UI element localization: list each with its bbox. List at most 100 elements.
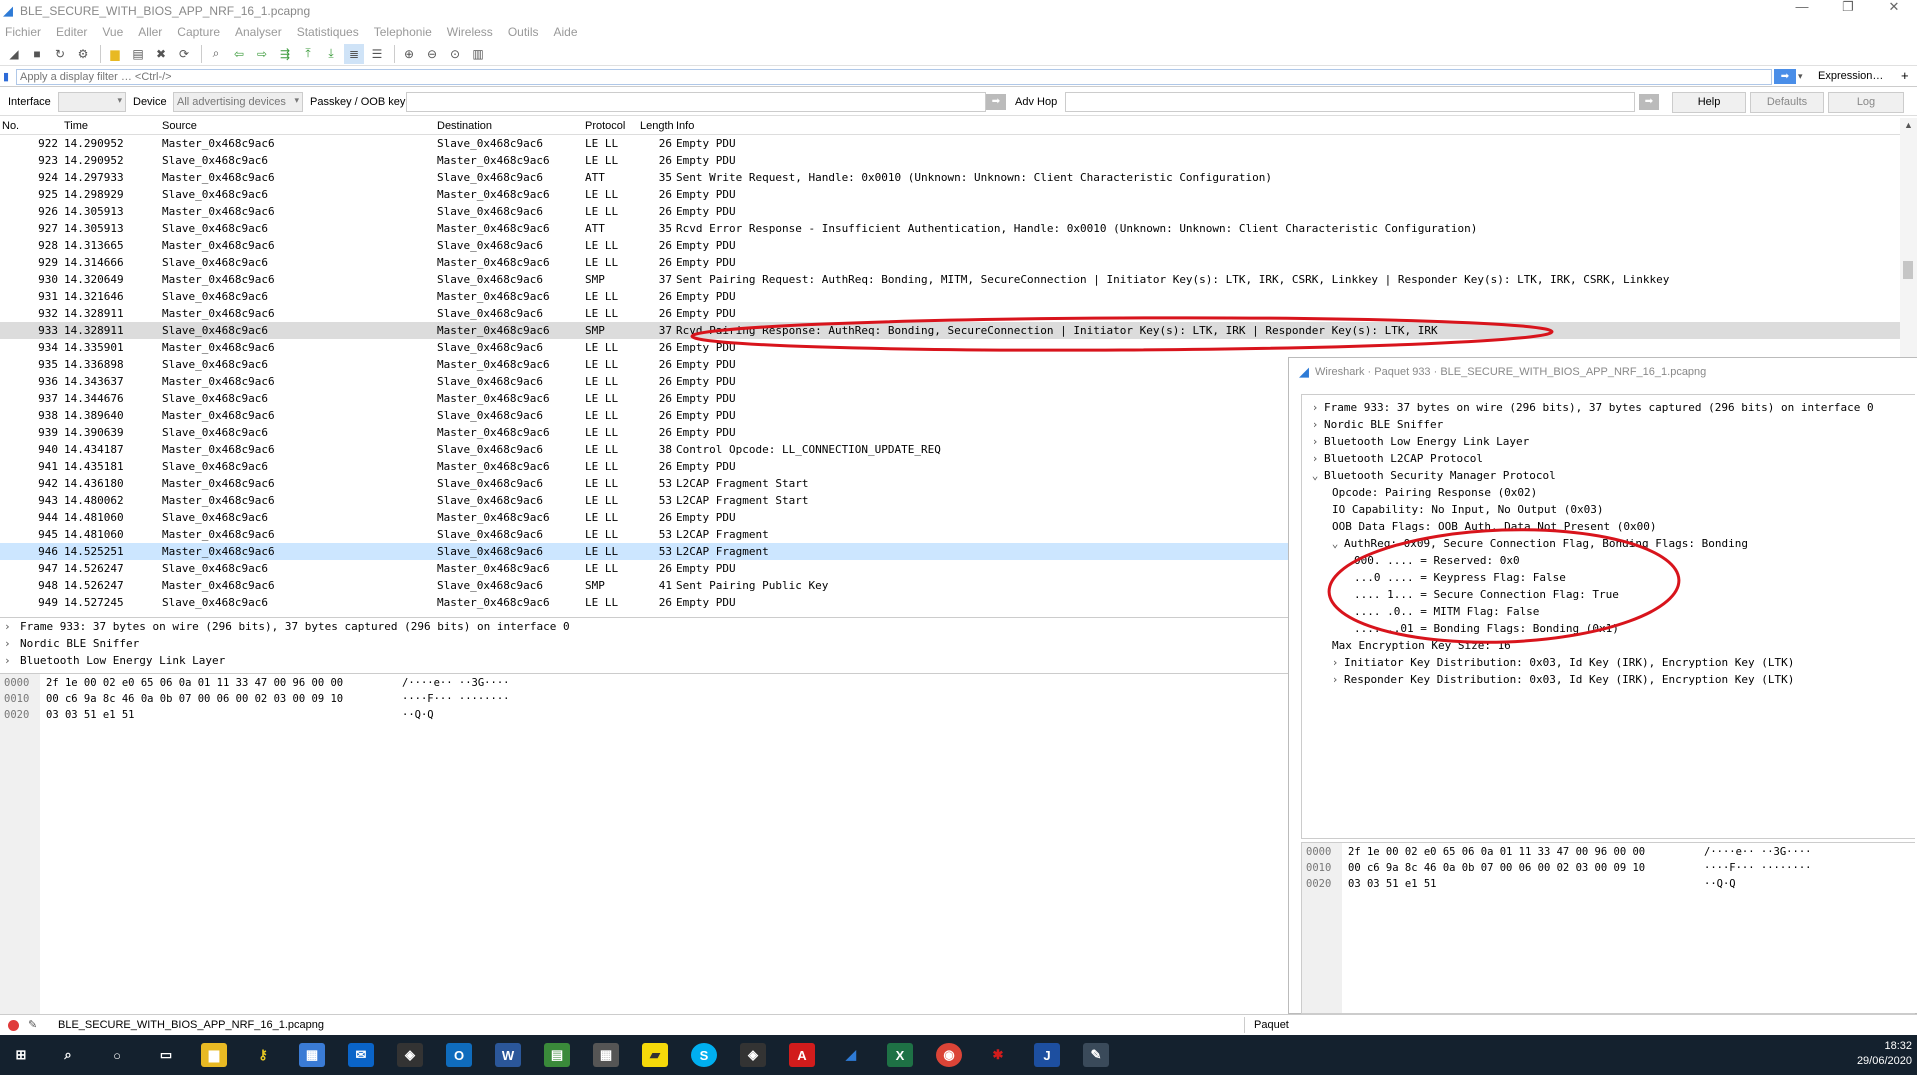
apply-passkey-icon[interactable]: ➡ <box>986 94 1006 110</box>
chevron-right-icon[interactable]: › <box>1306 450 1324 467</box>
hex-ascii[interactable]: ··Q·Q <box>402 708 434 722</box>
windows-start-icon[interactable]: ⊞ <box>8 1043 34 1067</box>
packet-bytes[interactable]: 0000 2f 1e 00 02 e0 65 06 0a 01 11 33 47 … <box>0 673 1288 1014</box>
restart-capture-icon[interactable]: ↻ <box>50 44 70 64</box>
chevron-right-icon[interactable]: › <box>1306 433 1324 450</box>
popup-tree-item[interactable]: .... .0.. = MITM Flag: False <box>1348 603 1539 620</box>
file-explorer-icon[interactable]: ▆ <box>201 1043 227 1067</box>
col-header-source[interactable]: Source <box>162 120 197 132</box>
wireshark-taskbar-icon[interactable]: ◢ <box>838 1043 864 1067</box>
start-capture-icon[interactable]: ◢ <box>4 44 24 64</box>
chevron-right-icon[interactable]: › <box>1326 671 1344 688</box>
packet-row[interactable]: 929 14.314666 Slave_0x468c9ac6 Master_0x468… <box>0 254 1900 271</box>
col-header-info[interactable]: Info <box>676 120 694 132</box>
popup-tree-item[interactable]: .... ..01 = Bonding Flags: Bonding (0x1) <box>1348 620 1619 637</box>
edit-comment-icon[interactable]: ✎ <box>28 1018 37 1031</box>
go-forward-icon[interactable]: ⇨ <box>252 44 272 64</box>
menu-item-6[interactable]: Statistiques <box>297 25 359 39</box>
menu-item-7[interactable]: Telephonie <box>374 25 432 39</box>
colorize-icon[interactable]: ☰ <box>367 44 387 64</box>
reload-file-icon[interactable]: ⟳ <box>174 44 194 64</box>
packet-row[interactable]: 930 14.320649 Master_0x468c9ac6 Slave_0x468… <box>0 271 1900 288</box>
add-filter-button[interactable]: + <box>1901 68 1909 83</box>
popup-tree-item[interactable]: Max Encryption Key Size: 16 <box>1326 637 1511 654</box>
restore-button[interactable]: ❐ <box>1825 0 1871 22</box>
popup-packet-tree[interactable]: › Frame 933: 37 bytes on wire (296 bits),… <box>1301 394 1915 839</box>
hex-ascii[interactable]: ····F··· ········ <box>402 692 509 706</box>
hex-ascii[interactable]: /····e·· ··3G···· <box>1704 845 1811 859</box>
packet-row[interactable]: 924 14.297933 Master_0x468c9ac6 Slave_0x468… <box>0 169 1900 186</box>
detail-tree-item[interactable]: › Bluetooth Low Energy Link Layer <box>0 652 1288 669</box>
popup-tree-item[interactable]: › Bluetooth Low Energy Link Layer <box>1306 433 1530 450</box>
capture-options-icon[interactable]: ⚙ <box>73 44 93 64</box>
menu-item-8[interactable]: Wireless <box>447 25 493 39</box>
packet-row[interactable]: 933 14.328911 Slave_0x468c9ac6 Master_0x468… <box>0 322 1900 339</box>
menu-item-4[interactable]: Capture <box>177 25 220 39</box>
packet-row[interactable]: 923 14.290952 Slave_0x468c9ac6 Master_0x468… <box>0 152 1900 169</box>
col-header-destination[interactable]: Destination <box>437 120 492 132</box>
hex-hex[interactable]: 2f 1e 00 02 e0 65 06 0a 01 11 33 47 00 9… <box>1348 845 1645 859</box>
chrome-icon[interactable]: ◉ <box>936 1043 962 1067</box>
outlook-icon[interactable]: O <box>446 1043 472 1067</box>
acrobat-icon[interactable]: A <box>789 1043 815 1067</box>
popup-tree-item[interactable]: ...0 .... = Keypress Flag: False <box>1348 569 1566 586</box>
filter-history-chevron-icon[interactable]: ▾ <box>1798 69 1810 84</box>
menu-item-5[interactable]: Analyser <box>235 25 282 39</box>
chevron-right-icon[interactable]: › <box>1326 654 1344 671</box>
bookmark-icon[interactable]: ▮ <box>3 70 17 84</box>
chevron-right-icon[interactable]: › <box>1306 399 1324 416</box>
popup-tree-item[interactable]: › Nordic BLE Sniffer <box>1306 416 1444 433</box>
expert-info-icon[interactable] <box>8 1020 19 1031</box>
scroll-up-icon[interactable]: ▲ <box>1904 120 1913 130</box>
hex-hex[interactable]: 03 03 51 e1 51 <box>1348 877 1437 891</box>
calculator-icon[interactable]: ▦ <box>593 1043 619 1067</box>
hex-ascii[interactable]: /····e·· ··3G···· <box>402 676 509 690</box>
hex-ascii[interactable]: ····F··· ········ <box>1704 861 1811 875</box>
search-icon[interactable]: ⌕ <box>55 1043 81 1067</box>
packet-row[interactable]: 925 14.298929 Slave_0x468c9ac6 Master_0x468… <box>0 186 1900 203</box>
packet-row[interactable]: 931 14.321646 Slave_0x468c9ac6 Master_0x468… <box>0 288 1900 305</box>
chevron-right-icon[interactable]: › <box>4 635 20 652</box>
passkey-input[interactable] <box>406 92 986 112</box>
packet-row[interactable]: 927 14.305913 Slave_0x468c9ac6 Master_0x468… <box>0 220 1900 237</box>
menu-item-3[interactable]: Aller <box>138 25 162 39</box>
task-view-icon[interactable]: ▭ <box>153 1043 179 1067</box>
popup-tree-item[interactable]: › Bluetooth L2CAP Protocol <box>1306 450 1483 467</box>
notepad-icon[interactable]: ▤ <box>544 1043 570 1067</box>
chevron-right-icon[interactable]: › <box>4 652 20 669</box>
popup-tree-item[interactable]: 000. .... = Reserved: 0x0 <box>1348 552 1520 569</box>
menu-item-9[interactable]: Outils <box>508 25 539 39</box>
hex-ascii[interactable]: ··Q·Q <box>1704 877 1736 891</box>
zoom-out-icon[interactable]: ⊖ <box>422 44 442 64</box>
hex-hex[interactable]: 00 c6 9a 8c 46 0a 0b 07 00 06 00 02 03 0… <box>46 692 343 706</box>
popup-tree-item[interactable]: IO Capability: No Input, No Output (0x03… <box>1326 501 1604 518</box>
packet-row[interactable]: 928 14.313665 Master_0x468c9ac6 Slave_0x468… <box>0 237 1900 254</box>
col-header-length[interactable]: Length <box>640 120 674 132</box>
cortana-icon[interactable]: ○ <box>104 1043 130 1067</box>
app-icon[interactable]: ◈ <box>740 1043 766 1067</box>
scrollbar-thumb[interactable] <box>1903 261 1913 279</box>
store-icon[interactable]: ▦ <box>299 1043 325 1067</box>
hex-hex[interactable]: 00 c6 9a 8c 46 0a 0b 07 00 06 00 02 03 0… <box>1348 861 1645 875</box>
col-header-protocol[interactable]: Protocol <box>585 120 625 132</box>
autoscroll-icon[interactable]: ≣ <box>344 43 364 64</box>
chevron-down-icon[interactable]: ⌄ <box>1306 467 1324 484</box>
sticky-notes-icon[interactable]: ▰ <box>642 1043 668 1067</box>
mail-icon[interactable]: ✉ <box>348 1043 374 1067</box>
popup-tree-item[interactable]: › Frame 933: 37 bytes on wire (296 bits),… <box>1306 399 1874 416</box>
chevron-right-icon[interactable]: › <box>4 618 20 635</box>
zoom-in-icon[interactable]: ⊕ <box>399 44 419 64</box>
popup-tree-item[interactable]: Opcode: Pairing Response (0x02) <box>1326 484 1537 501</box>
excel-icon[interactable]: X <box>887 1043 913 1067</box>
save-file-icon[interactable]: ▤ <box>128 44 148 64</box>
packet-row[interactable]: 934 14.335901 Master_0x468c9ac6 Slave_0x468… <box>0 339 1900 356</box>
paint-icon[interactable]: ✎ <box>1083 1043 1109 1067</box>
packet-popup-window[interactable]: ◢ Wireshark · Paquet 933 · BLE_SECURE_WI… <box>1288 357 1917 1014</box>
detail-tree-item[interactable]: › Nordic BLE Sniffer <box>0 635 1288 652</box>
help-button[interactable]: Help <box>1672 92 1746 113</box>
detail-tree-item[interactable]: › Frame 933: 37 bytes on wire (296 bits),… <box>0 618 1288 635</box>
menu-item-2[interactable]: Vue <box>102 25 123 39</box>
close-button[interactable]: ✕ <box>1871 0 1917 22</box>
go-to-packet-icon[interactable]: ⇶ <box>275 44 295 64</box>
popup-tree-item[interactable]: .... 1... = Secure Connection Flag: True <box>1348 586 1619 603</box>
